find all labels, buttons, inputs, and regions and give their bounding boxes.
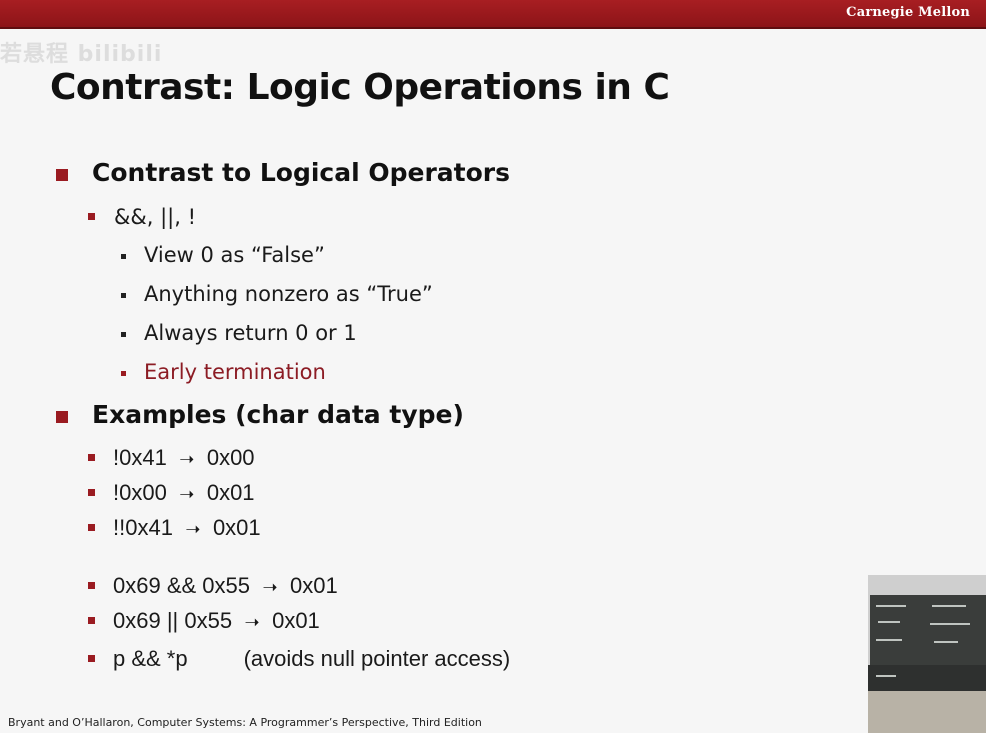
example-result: 0x01 xyxy=(212,515,261,540)
point-text: View 0 as “False” xyxy=(144,243,325,267)
square-bullet-icon xyxy=(88,582,95,589)
example-result: 0x01 xyxy=(206,480,255,505)
footer-citation: Bryant and O’Hallaron, Computer Systems:… xyxy=(8,716,482,729)
right-arrow-icon: ➝ xyxy=(179,449,195,470)
slide: Carnegie Mellon 若悬程 bilibili Contrast: L… xyxy=(0,0,986,733)
example-expression: !!0x41 xyxy=(113,515,173,540)
operators-text: &&, ||, ! xyxy=(114,205,197,229)
classroom-floor xyxy=(868,691,986,733)
square-bullet-icon xyxy=(121,254,126,259)
square-bullet-icon xyxy=(121,371,126,376)
section-heading: Contrast to Logical Operators xyxy=(92,158,511,187)
brand-bar: Carnegie Mellon xyxy=(0,0,986,29)
example-result: 0x00 xyxy=(206,445,255,470)
example-content: p && *p (avoids null pointer access) xyxy=(113,646,510,672)
example-result: 0x01 xyxy=(272,608,320,633)
brand-label: Carnegie Mellon xyxy=(846,5,970,20)
chalkboard xyxy=(870,595,986,665)
example-expression: !0x00 xyxy=(113,480,167,505)
square-bullet-icon xyxy=(121,293,126,298)
video-watermark: 若悬程 bilibili xyxy=(0,42,163,67)
example-content: !!0x41 ➝ 0x01 xyxy=(113,515,261,541)
square-bullet-icon xyxy=(56,411,68,423)
point-text: Anything nonzero as “True” xyxy=(144,282,433,306)
slide-title: Contrast: Logic Operations in C xyxy=(50,67,670,108)
example-content: 0x69 || 0x55 ➝ 0x01 xyxy=(113,608,320,634)
point-text: Always return 0 or 1 xyxy=(144,321,357,345)
example-expression: 0x69 && 0x55 xyxy=(113,573,250,598)
square-bullet-icon xyxy=(88,524,95,531)
right-arrow-icon: ➝ xyxy=(185,519,201,540)
example-content: 0x69 && 0x55 ➝ 0x01 xyxy=(113,573,338,599)
example-note: (avoids null pointer access) xyxy=(243,646,511,671)
example-expression: 0x69 || 0x55 xyxy=(113,608,233,633)
example-content: !0x00 ➝ 0x01 xyxy=(113,480,255,506)
chalkboard-lower xyxy=(868,665,986,691)
example-result: 0x01 xyxy=(289,573,338,598)
section-heading: Examples (char data type) xyxy=(92,400,464,429)
example-expression: p && *p xyxy=(113,646,188,671)
square-bullet-icon xyxy=(88,617,95,624)
square-bullet-icon xyxy=(88,213,95,220)
right-arrow-icon: ➝ xyxy=(244,612,260,633)
square-bullet-icon xyxy=(88,655,95,662)
example-content: !0x41 ➝ 0x00 xyxy=(113,445,255,471)
square-bullet-icon xyxy=(88,454,95,461)
point-text: Early termination xyxy=(144,360,326,384)
example-expression: !0x41 xyxy=(113,445,167,470)
right-arrow-icon: ➝ xyxy=(179,484,195,505)
square-bullet-icon xyxy=(88,489,95,496)
square-bullet-icon xyxy=(121,332,126,337)
camera-inset xyxy=(868,575,986,733)
right-arrow-icon: ➝ xyxy=(262,577,278,598)
square-bullet-icon xyxy=(56,169,68,181)
